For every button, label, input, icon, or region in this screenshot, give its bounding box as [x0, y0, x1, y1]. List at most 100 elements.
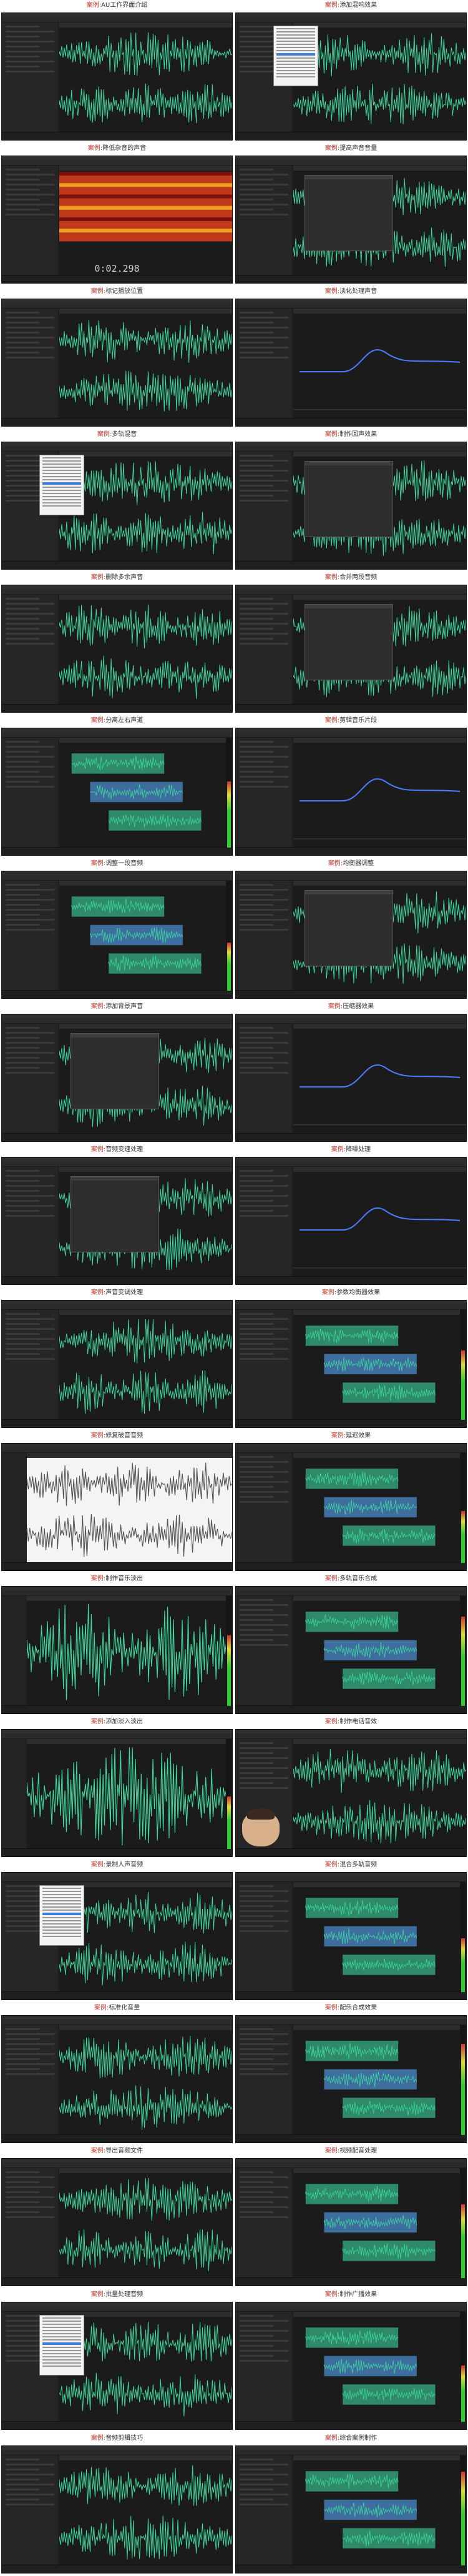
waveform-editor[interactable]: [293, 1739, 466, 1849]
menu-item[interactable]: [42, 2365, 81, 2367]
tutorial-card[interactable]: 案例:压缩器效果: [234, 1001, 468, 1144]
menu-item[interactable]: [42, 499, 81, 500]
toolbar[interactable]: [236, 303, 466, 309]
toolbar[interactable]: [2, 2306, 232, 2312]
tutorial-card[interactable]: 案例:配乐合成效果: [234, 2003, 468, 2146]
timeline-ruler[interactable]: [293, 309, 466, 314]
menu-item[interactable]: [42, 2336, 81, 2337]
timeline-ruler[interactable]: [27, 1596, 232, 1601]
waveform-editor[interactable]: [293, 2312, 466, 2422]
waveform-editor[interactable]: [59, 1882, 232, 1992]
tutorial-card[interactable]: 案例:降噪处理: [234, 1144, 468, 1287]
timeline-ruler[interactable]: [59, 2455, 232, 2460]
tutorial-card[interactable]: 案例:音频剪辑技巧: [0, 2433, 234, 2576]
effect-dialog[interactable]: [305, 604, 393, 680]
timeline-ruler[interactable]: [293, 1310, 466, 1315]
tutorial-card[interactable]: 案例:导出音频文件: [0, 2146, 234, 2289]
waveform-editor[interactable]: [59, 2312, 232, 2422]
menu-item[interactable]: [42, 476, 81, 477]
menu-item[interactable]: [42, 1930, 81, 1931]
tutorial-card[interactable]: 案例:声音变调处理: [0, 1287, 234, 1430]
waveform-editor[interactable]: [293, 1596, 466, 1706]
timeline-ruler[interactable]: [293, 1596, 466, 1601]
effect-dialog[interactable]: [305, 890, 393, 966]
context-menu[interactable]: [39, 1885, 84, 1946]
waveform-editor[interactable]: [59, 2168, 232, 2278]
waveform-editor[interactable]: [293, 738, 466, 848]
toolbar[interactable]: [236, 2306, 466, 2312]
menu-item[interactable]: [276, 37, 315, 39]
timeline-ruler[interactable]: [293, 1167, 466, 1172]
toolbar[interactable]: [2, 1161, 232, 1167]
waveform-editor[interactable]: [59, 2025, 232, 2135]
toolbar[interactable]: [236, 1733, 466, 1739]
tutorial-card[interactable]: 案例:录制人声音频: [0, 1860, 234, 2003]
tutorial-card[interactable]: 案例:添加背景声音: [0, 1001, 234, 1144]
tutorial-card[interactable]: 案例:标记播放位置: [0, 286, 234, 429]
menu-item[interactable]: [42, 2353, 81, 2354]
menu-item[interactable]: [42, 493, 81, 494]
tutorial-card[interactable]: 案例:淡化处理声音: [234, 286, 468, 429]
menu-item[interactable]: [276, 61, 315, 62]
menu-item[interactable]: [42, 496, 81, 497]
menu-item[interactable]: [42, 2356, 81, 2357]
menu-item[interactable]: [42, 473, 81, 474]
tutorial-card[interactable]: 案例:标准化音量: [0, 2003, 234, 2146]
timeline-ruler[interactable]: [293, 22, 466, 27]
tutorial-card[interactable]: 案例:音频变速处理: [0, 1144, 234, 1287]
toolbar[interactable]: [236, 160, 466, 166]
toolbar[interactable]: [236, 589, 466, 595]
timeline-ruler[interactable]: [59, 595, 232, 600]
tutorial-card[interactable]: 案例:AU工作界面介绍: [0, 0, 234, 143]
tutorial-card[interactable]: 案例:添加淡入淡出: [0, 1717, 234, 1860]
waveform-editor[interactable]: [293, 1453, 466, 1563]
timeline-ruler[interactable]: [293, 1024, 466, 1029]
tutorial-card[interactable]: 案例:添加混响效果: [234, 0, 468, 143]
timeline-ruler[interactable]: [59, 2312, 232, 2317]
timeline-ruler[interactable]: [59, 2168, 232, 2173]
toolbar[interactable]: [236, 2019, 466, 2025]
toolbar[interactable]: [2, 875, 232, 881]
waveform-editor[interactable]: [59, 309, 232, 419]
waveform-editor[interactable]: [293, 309, 466, 419]
tutorial-card[interactable]: 案例:合并两段音频: [234, 572, 468, 715]
menu-item[interactable]: [42, 2339, 81, 2341]
menu-item[interactable]: [42, 1926, 81, 1928]
tutorial-card[interactable]: 案例:混合多轨音频: [234, 1860, 468, 2003]
menu-item[interactable]: [42, 1900, 81, 1901]
timeline-ruler[interactable]: [293, 166, 466, 171]
menu-item[interactable]: [42, 1933, 81, 1934]
menu-item[interactable]: [276, 67, 315, 68]
tutorial-card[interactable]: 案例:综合案例制作: [234, 2433, 468, 2576]
menu-item[interactable]: [42, 1894, 81, 1895]
timeline-ruler[interactable]: [293, 595, 466, 600]
toolbar[interactable]: [236, 2162, 466, 2168]
timeline-ruler[interactable]: [59, 1167, 232, 1172]
menu-item[interactable]: [42, 1920, 81, 1921]
timeline-ruler[interactable]: [293, 1739, 466, 1744]
toolbar[interactable]: [2, 589, 232, 595]
waveform-editor[interactable]: [293, 2025, 466, 2135]
waveform-editor[interactable]: [27, 1596, 232, 1706]
toolbar[interactable]: [2, 17, 232, 22]
toolbar[interactable]: [236, 1161, 466, 1167]
tutorial-card[interactable]: 案例:多轨混音: [0, 429, 234, 572]
menu-item[interactable]: [276, 50, 315, 51]
menu-item[interactable]: [42, 1917, 81, 1918]
menu-item[interactable]: [42, 487, 81, 488]
timeline-ruler[interactable]: [59, 166, 232, 171]
tutorial-card[interactable]: 案例:分离左右声道: [0, 715, 234, 858]
timeline-ruler[interactable]: [59, 309, 232, 314]
timeline-ruler[interactable]: [59, 738, 232, 743]
timeline-ruler[interactable]: [293, 2455, 466, 2460]
waveform-editor[interactable]: [59, 22, 232, 132]
tutorial-card[interactable]: 案例:制作音乐淡出: [0, 1573, 234, 1717]
menu-item[interactable]: [42, 479, 81, 480]
toolbar[interactable]: [2, 2162, 232, 2168]
toolbar[interactable]: [2, 1590, 232, 1596]
menu-item[interactable]: [42, 2317, 81, 2319]
menu-item[interactable]: [42, 2347, 81, 2348]
waveform-editor[interactable]: [27, 1739, 232, 1849]
timeline-ruler[interactable]: [27, 1453, 232, 1458]
menu-item[interactable]: [42, 2362, 81, 2364]
